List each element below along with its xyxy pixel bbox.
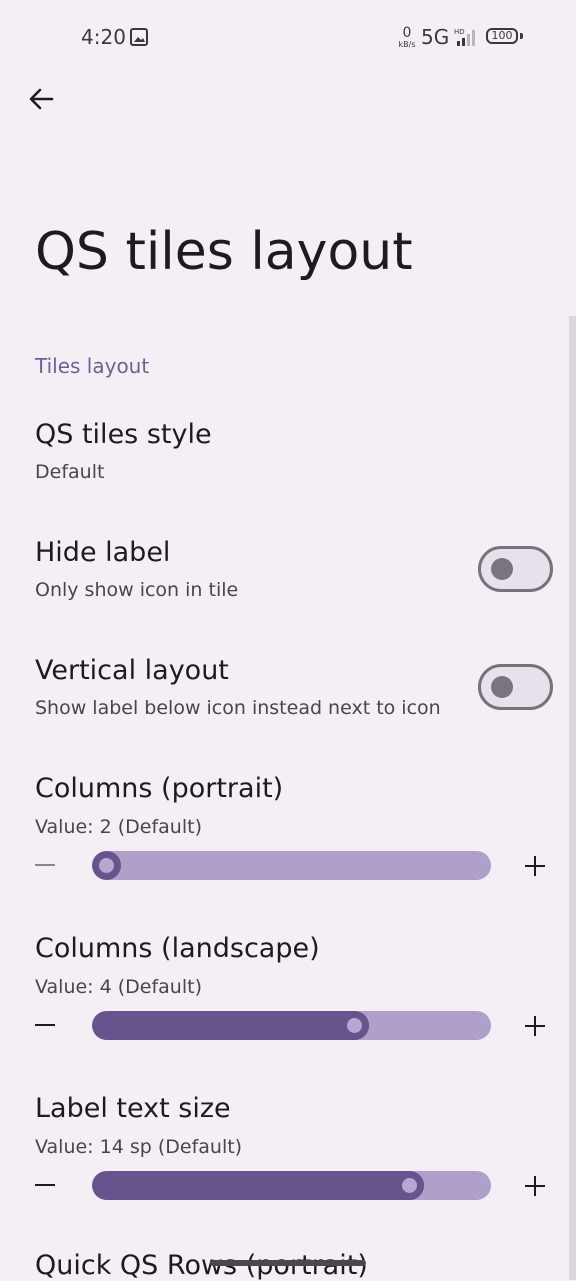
home-indicator[interactable]	[210, 1260, 366, 1266]
qs-tiles-style-value: Default	[35, 461, 105, 483]
battery-icon: 100	[486, 28, 518, 44]
slider-thumb[interactable]	[92, 851, 121, 880]
hide-label-summary: Only show icon in tile	[35, 579, 239, 601]
page-title: QS tiles layout	[35, 222, 413, 282]
hide-label-title: Hide label	[35, 537, 171, 568]
slider-thumb[interactable]	[395, 1171, 425, 1200]
slider-fill	[92, 1011, 369, 1040]
label-text-size-decrease-button[interactable]	[35, 1184, 55, 1186]
vertical-layout-title: Vertical layout	[35, 655, 229, 686]
columns-landscape-title: Columns (landscape)	[35, 933, 320, 964]
vertical-layout-switch[interactable]	[478, 664, 553, 710]
columns-landscape-slider[interactable]	[92, 1011, 491, 1040]
label-text-size-value: Value: 14 sp (Default)	[35, 1136, 243, 1158]
slider-thumb[interactable]	[339, 1011, 369, 1040]
network-speed-unit: kB/s	[398, 40, 416, 49]
label-text-size-slider[interactable]	[92, 1171, 491, 1200]
columns-landscape-decrease-button[interactable]	[35, 1024, 55, 1026]
columns-portrait-slider[interactable]	[92, 851, 491, 880]
hide-label-switch[interactable]	[478, 546, 553, 592]
gallery-icon	[130, 28, 148, 46]
svg-text:HD: HD	[454, 28, 465, 36]
switch-thumb	[491, 558, 513, 580]
network-speed-value: 0	[402, 25, 412, 41]
qs-tiles-style-title: QS tiles style	[35, 419, 212, 450]
status-time: 4:20	[81, 25, 126, 49]
battery-level: 100	[491, 29, 513, 42]
columns-portrait-value: Value: 2 (Default)	[35, 816, 202, 838]
scrollbar[interactable]	[569, 316, 576, 1280]
vertical-layout-summary: Show label below icon instead next to ic…	[35, 697, 441, 719]
slider-fill	[92, 1171, 425, 1200]
columns-portrait-decrease-button[interactable]	[35, 864, 55, 866]
label-text-size-title: Label text size	[35, 1093, 231, 1124]
plus-icon	[534, 1176, 536, 1196]
plus-icon	[534, 856, 536, 876]
plus-icon	[534, 1016, 536, 1036]
signal-icon: HD	[454, 28, 475, 46]
columns-portrait-title: Columns (portrait)	[35, 773, 284, 804]
arrow-left-icon	[29, 88, 54, 110]
columns-landscape-value: Value: 4 (Default)	[35, 976, 202, 998]
section-header: Tiles layout	[35, 354, 150, 378]
battery-tip	[520, 33, 523, 39]
switch-thumb	[491, 676, 513, 698]
network-speed: 0 kB/s	[395, 26, 419, 49]
back-button[interactable]	[22, 80, 60, 118]
network-type: 5G	[421, 25, 450, 49]
